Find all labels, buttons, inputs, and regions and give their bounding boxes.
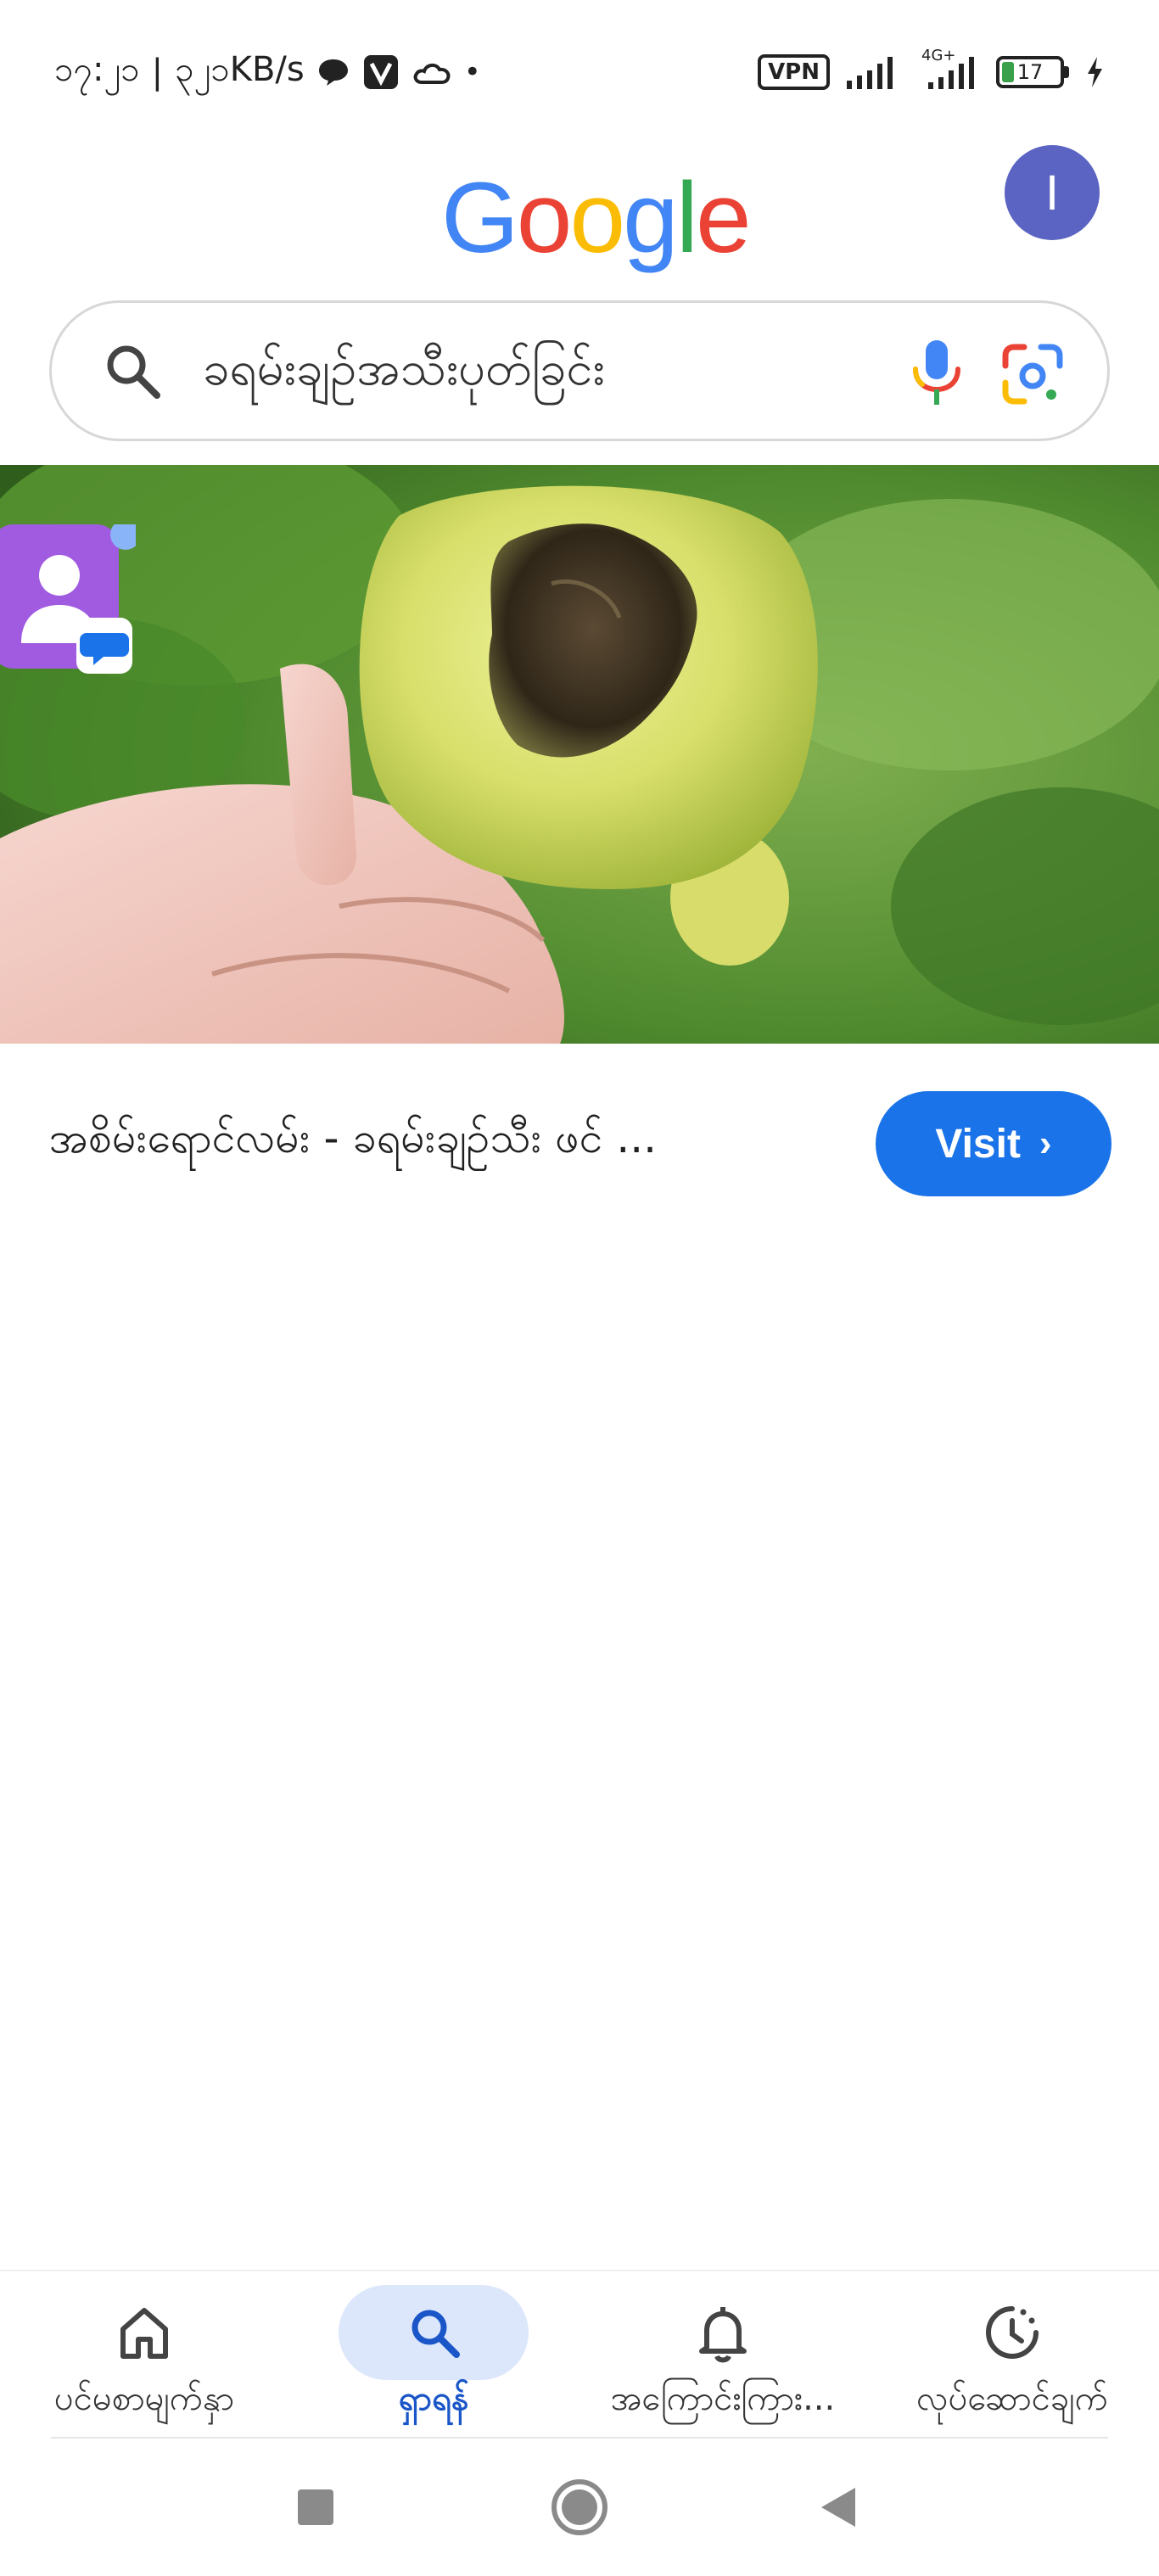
logo-letter-o2: o: [569, 162, 625, 274]
nav-home[interactable]: ပင်မစာမျက်နှာ: [0, 2271, 288, 2441]
bell-icon: [699, 2307, 747, 2363]
nav-search[interactable]: ရှာရန်: [289, 2271, 578, 2441]
google-logo: Google: [441, 162, 752, 274]
nav-activity[interactable]: လုပ်ဆောင်ချက်: [868, 2271, 1156, 2441]
cloud-icon: [413, 64, 451, 84]
bottom-divider: [51, 2437, 1108, 2439]
avatar-initial: I: [1044, 165, 1060, 221]
visit-label: Visit: [935, 1121, 1021, 1167]
nav-search-label: ရှာရန်: [398, 2379, 469, 2418]
search-bar[interactable]: ခရမ်းချဉ်အသီးပုတ်ခြင်း: [49, 300, 1110, 441]
logo-letter-g2: g: [623, 162, 679, 274]
system-navigation-bar: [0, 2440, 1159, 2576]
battery-level: 17: [1016, 60, 1044, 84]
status-right: VPN 4G+ 17: [758, 46, 1105, 98]
result-title[interactable]: အစိမ်းရောင်လမ်း - ခရမ်းချဉ်သီး ဖင် ...: [49, 1112, 830, 1173]
logo-letter-l: l: [675, 162, 698, 274]
message-icon: [318, 59, 348, 86]
network-type: 4G+: [921, 47, 956, 64]
vpn-badge: VPN: [758, 54, 830, 90]
result-image[interactable]: [0, 465, 1159, 1044]
bottom-navigation: ပင်မစာမျက်နှာ ရှာရန် အကြောင်းကြား... လုပ…: [0, 2270, 1159, 2439]
tomato-photo: [0, 465, 1159, 1044]
battery-indicator: 17: [996, 56, 1069, 88]
status-dot: •: [463, 55, 481, 89]
status-left: ၁၇:၂၁ | ၃၂၁KB/s •: [54, 46, 481, 98]
battery-cap: [1064, 66, 1069, 78]
recents-button[interactable]: [298, 2489, 333, 2525]
back-button[interactable]: [821, 2488, 855, 2527]
battery-body: 17: [996, 56, 1064, 88]
visit-button[interactable]: Visit ›: [876, 1091, 1111, 1196]
nav-activity-label: လုပ်ဆောင်ချက်: [916, 2379, 1108, 2418]
search-icon: [107, 345, 160, 399]
signal-icon: [847, 57, 893, 89]
home-button[interactable]: [552, 2479, 607, 2535]
logo-letter-g: G: [441, 162, 519, 274]
nav-notifications[interactable]: အကြောင်းကြား...: [579, 2271, 867, 2441]
search-icon: [412, 2310, 460, 2358]
status-time: ၁၇:၂၁: [54, 49, 140, 89]
status-speed: ၃၂၁KB/s: [175, 49, 305, 89]
battery-fill: [1002, 62, 1014, 82]
account-avatar[interactable]: I: [1005, 145, 1100, 240]
activity-icon: [986, 2306, 1039, 2359]
status-divider: |: [151, 53, 164, 92]
home-icon: [120, 2308, 168, 2359]
charging-icon: [1088, 57, 1102, 87]
floating-chat-head[interactable]: [0, 519, 141, 677]
chevron-right-icon: ›: [1039, 1123, 1052, 1164]
logo-letter-e: e: [695, 162, 752, 274]
logo-letter-o1: o: [516, 162, 573, 274]
google-lens-icon[interactable]: [1000, 342, 1065, 406]
network-signal: 4G+: [913, 47, 981, 91]
status-bar: ၁၇:၂၁ | ၃၂၁KB/s • VPN 4G+ 17: [0, 0, 1159, 144]
microphone-icon[interactable]: [909, 337, 965, 408]
nav-notifications-label: အကြောင်းကြား...: [610, 2379, 836, 2418]
search-query[interactable]: ခရမ်းချဉ်အသီးပုတ်ခြင်း: [203, 339, 605, 408]
viber-v-icon: [363, 55, 398, 89]
nav-home-label: ပင်မစာမျက်နှာ: [53, 2379, 235, 2418]
